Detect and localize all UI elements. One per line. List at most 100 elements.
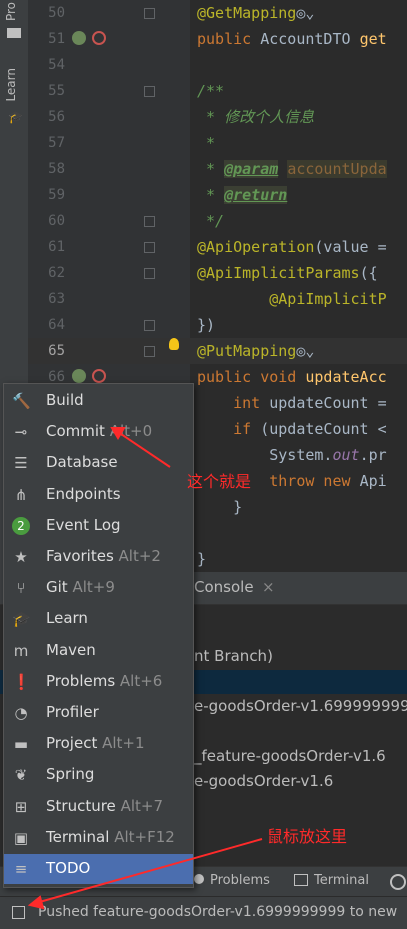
- menu-item-maven[interactable]: m Maven: [4, 636, 193, 666]
- menu-item-shortcut: Alt+2: [118, 547, 161, 565]
- code-token: if: [197, 420, 261, 438]
- code-token: @ApiImplicitP: [197, 290, 387, 308]
- code-token: * 修改个人信息: [197, 108, 315, 126]
- lightbulb-icon[interactable]: [169, 338, 179, 350]
- code-text: System.out.pr: [197, 442, 386, 468]
- code-line[interactable]: 64}): [28, 312, 407, 338]
- endpoint-icon[interactable]: [92, 369, 106, 383]
- menu-item-text: Endpoints: [46, 484, 121, 503]
- menu-item-spring[interactable]: ❦ Spring: [4, 760, 193, 790]
- line-number: 54: [48, 57, 65, 73]
- code-line[interactable]: 60 */: [28, 208, 407, 234]
- fold-marker-icon[interactable]: [144, 320, 155, 331]
- code-token: @GetMapping: [197, 4, 297, 22]
- fold-marker-icon[interactable]: [144, 268, 155, 279]
- menu-item-git[interactable]: ⑂ Git Alt+9: [4, 573, 193, 603]
- menu-item-text: Profiler: [46, 703, 99, 721]
- status-message: Pushed feature-goodsOrder-v1.6999999999 …: [38, 904, 398, 920]
- tool-windows-toggle-icon[interactable]: [12, 906, 25, 919]
- menu-item-structure[interactable]: ⊞ Structure Alt+7: [4, 792, 193, 822]
- code-line[interactable]: 54: [28, 52, 407, 78]
- learn-side-tab[interactable]: Learn: [4, 68, 18, 102]
- fold-marker-icon[interactable]: [144, 216, 155, 227]
- code-line[interactable]: 61 @ApiOperation(value =: [28, 234, 407, 260]
- menu-item-text: Problems: [46, 671, 116, 690]
- code-line[interactable]: 57 *: [28, 130, 407, 156]
- close-icon[interactable]: ×: [262, 578, 275, 596]
- menu-item-event-log[interactable]: 2 Event Log: [4, 511, 193, 541]
- maven-icon: m: [13, 641, 29, 660]
- menu-item-database[interactable]: ☰ Database: [4, 448, 193, 478]
- menu-item-shortcut: Alt+7: [120, 796, 163, 815]
- code-token: *: [197, 160, 225, 178]
- code-line[interactable]: 63 @ApiImplicitP: [28, 286, 407, 312]
- menu-item-learn[interactable]: 🎓 Learn: [4, 604, 193, 634]
- menu-item-text: Event Log: [46, 515, 121, 534]
- code-token: public: [197, 30, 261, 48]
- code-line[interactable]: 58 * @param accountUpda: [28, 156, 407, 182]
- code-text: */: [197, 208, 224, 234]
- fold-marker-icon[interactable]: [144, 86, 155, 97]
- bean-icon[interactable]: [72, 369, 86, 383]
- fold-marker-icon[interactable]: [144, 242, 155, 253]
- code-token: ◎⌄: [296, 342, 315, 360]
- menu-item-profiler[interactable]: ◔ Profiler: [4, 698, 193, 728]
- menu-item-todo[interactable]: ≡ TODO: [4, 854, 193, 884]
- code-line[interactable]: 65 @PutMapping◎⌄: [28, 338, 407, 364]
- menu-item-label: Structure Alt+7: [46, 797, 163, 815]
- menu-item-endpoints[interactable]: ⋔ Endpoints: [4, 480, 193, 510]
- code-line[interactable]: 62 @ApiImplicitParams({: [28, 260, 407, 286]
- line-number: 55: [48, 83, 65, 99]
- menu-item-text: Build: [46, 391, 84, 409]
- menu-item-label: Learn: [46, 609, 88, 627]
- code-token: AccountDTO: [260, 30, 360, 48]
- menu-item-commit[interactable]: ⊸ Commit Alt+0: [4, 417, 193, 447]
- endpoint-icon[interactable]: [92, 31, 106, 45]
- tab-problems[interactable]: Problems: [210, 873, 270, 888]
- line-number: 60: [48, 213, 65, 229]
- build-icon: 🔨: [12, 392, 31, 410]
- console-row: _feature-goodsOrder-v1.6: [194, 747, 386, 765]
- menu-item-label: Project Alt+1: [46, 734, 145, 752]
- commit-icon: ⊸: [14, 423, 28, 442]
- profiler-icon[interactable]: [390, 874, 406, 890]
- tab-terminal[interactable]: Terminal: [314, 873, 369, 888]
- code-token: accountUpda: [287, 160, 387, 178]
- menu-item-text: Project: [46, 734, 98, 753]
- console-tab[interactable]: Console: [194, 578, 254, 596]
- menu-item-problems[interactable]: ❗ Problems Alt+6: [4, 667, 193, 697]
- code-token: *: [197, 134, 216, 152]
- console-row: e-goodsOrder-v1.6999999999: [194, 697, 407, 715]
- code-text: }: [197, 494, 242, 520]
- bean-icon[interactable]: [72, 31, 86, 45]
- problems-icon: [194, 874, 204, 884]
- code-text: public AccountDTO get: [197, 26, 387, 52]
- menu-item-project[interactable]: ▬ Project Alt+1: [4, 729, 193, 759]
- code-token: @ApiOperation: [197, 238, 315, 256]
- menu-item-label: TODO: [46, 859, 90, 877]
- menu-item-label: Commit Alt+0: [46, 422, 152, 440]
- menu-item-text: Learn: [46, 609, 88, 628]
- menu-item-label: Build: [46, 391, 84, 409]
- code-token: (value =: [314, 238, 387, 256]
- fold-marker-icon[interactable]: [144, 346, 155, 357]
- code-line[interactable]: 55 /**: [28, 78, 407, 104]
- menu-item-label: Spring: [46, 765, 94, 783]
- menu-item-favorites[interactable]: ★ Favorites Alt+2: [4, 542, 193, 572]
- code-text: * @return: [197, 182, 288, 208]
- code-line[interactable]: 56 * 修改个人信息: [28, 104, 407, 130]
- profiler-icon: ◔: [14, 704, 28, 722]
- project-side-tab[interactable]: Pro: [4, 2, 18, 21]
- code-token: }): [197, 316, 216, 334]
- menu-item-build[interactable]: 🔨 Build: [4, 386, 193, 416]
- code-line[interactable]: 59 * @return: [28, 182, 407, 208]
- menu-item-shortcut: Alt+6: [119, 671, 163, 690]
- fold-marker-icon[interactable]: [144, 8, 155, 19]
- terminal-icon: [294, 874, 308, 886]
- code-line[interactable]: 51 public AccountDTO get: [28, 26, 407, 52]
- menu-item-label: Terminal Alt+F12: [46, 828, 175, 846]
- code-line[interactable]: 50 @GetMapping◎⌄: [28, 0, 407, 26]
- menu-item-terminal[interactable]: ▣ Terminal Alt+F12: [4, 823, 193, 853]
- line-number: 62: [48, 265, 65, 281]
- code-token: public void: [197, 368, 306, 386]
